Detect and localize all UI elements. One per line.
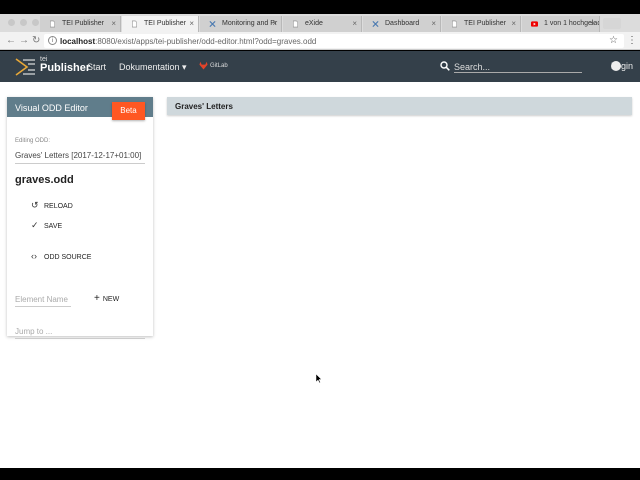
odd-name-heading: graves.odd — [15, 174, 74, 186]
document-icon — [293, 20, 298, 28]
page-content: Visual ODD Editor Beta Editing ODD: Grav… — [0, 82, 640, 468]
reload-icon[interactable]: ↻ — [32, 35, 40, 46]
browser-tab-title: eXide — [305, 20, 323, 27]
main-title-bar: Graves' Letters — [167, 97, 632, 115]
document-icon — [132, 20, 137, 28]
browser-tab[interactable]: eXide × — [283, 16, 362, 32]
window-close-button[interactable] — [8, 19, 15, 26]
gitlab-link[interactable]: GitLab — [199, 61, 228, 70]
save-check-icon: ✓ — [31, 220, 39, 230]
browser-menu-icon[interactable]: ⋮ — [627, 35, 637, 46]
browser-tab[interactable]: Dashboard × — [363, 16, 441, 32]
browser-tab-title: TEI Publisher — [464, 20, 507, 27]
browser-tab-title: TEI Publisher — [62, 20, 105, 27]
logo-big-text: Publisher — [40, 62, 91, 74]
close-tab-icon[interactable]: × — [352, 19, 357, 28]
gitlab-label: GitLab — [210, 63, 228, 69]
browser-tab-title: Monitoring and Pr — [222, 20, 278, 27]
search-input[interactable] — [454, 61, 582, 73]
close-tab-icon[interactable]: × — [111, 19, 116, 28]
tools-icon — [209, 20, 216, 28]
browser-tab[interactable]: 1 von 1 hochgelad × — [522, 16, 600, 32]
logo-mark-icon — [15, 58, 35, 76]
save-label: SAVE — [44, 223, 63, 230]
window-zoom-button[interactable] — [32, 19, 39, 26]
app-header: tei Publisher Start Dokumentation ▾ GitL… — [0, 51, 640, 82]
beta-badge: Beta — [112, 102, 145, 120]
login-button[interactable]: Login — [598, 61, 633, 71]
code-icon: ‹› — [31, 251, 37, 261]
browser-tab[interactable]: TEI Publisher × — [40, 16, 121, 32]
document-icon — [50, 20, 55, 28]
gitlab-icon — [199, 61, 208, 70]
document-icon — [452, 20, 457, 28]
plus-icon: + — [94, 293, 100, 304]
youtube-icon — [531, 21, 538, 27]
browser-tab[interactable]: TEI Publisher × — [442, 16, 521, 32]
back-icon[interactable]: ← — [6, 35, 16, 46]
editing-odd-value[interactable]: Graves' Letters [2017-12-17+01:00] — [15, 151, 145, 164]
editing-odd-label: Editing ODD: — [15, 138, 51, 144]
reload-icon: ↺ — [31, 200, 39, 210]
browser-tab-title: TEI Publisher — [144, 20, 187, 27]
browser-tab[interactable]: Monitoring and Pr × — [200, 16, 282, 32]
reload-label: RELOAD — [44, 203, 73, 210]
search-icon[interactable] — [440, 61, 450, 71]
address-bar-row: ← → ↻ i localhost:8080/exist/apps/tei-pu… — [0, 32, 640, 50]
tools-icon — [372, 20, 379, 28]
user-icon — [611, 61, 621, 71]
url-path: :8080/exist/apps/tei-publisher/odd-edito… — [95, 37, 317, 46]
url-host: localhost — [60, 37, 96, 46]
close-tab-icon[interactable]: × — [431, 19, 436, 28]
odd-editor-panel: Visual ODD Editor Beta Editing ODD: Grav… — [7, 97, 153, 339]
browser-tab-title: Dashboard — [385, 20, 420, 27]
close-tab-icon[interactable]: × — [511, 19, 516, 28]
close-tab-icon[interactable]: × — [590, 19, 595, 28]
tei-publisher-logo[interactable]: tei Publisher — [15, 56, 90, 78]
nav-start-link[interactable]: Start — [87, 62, 106, 72]
info-icon[interactable]: i — [48, 36, 57, 45]
reload-button[interactable]: ↺ RELOAD — [31, 200, 73, 211]
element-name-input[interactable] — [15, 293, 71, 307]
new-element-button[interactable]: + NEW — [94, 293, 119, 304]
bookmark-star-icon[interactable]: ☆ — [609, 35, 618, 46]
close-tab-icon[interactable]: × — [272, 19, 277, 28]
browser-tab[interactable]: TEI Publisher × — [122, 16, 199, 32]
bottom-edge — [0, 468, 640, 480]
jump-to-input[interactable] — [15, 325, 145, 339]
window-minimize-button[interactable] — [20, 19, 27, 26]
nav-documentation-dropdown[interactable]: Dokumentation ▾ — [119, 62, 187, 73]
url-field[interactable]: i localhost:8080/exist/apps/tei-publishe… — [44, 34, 624, 48]
forward-icon[interactable]: → — [19, 35, 29, 46]
save-button[interactable]: ✓ SAVE — [31, 220, 62, 231]
new-label: NEW — [102, 296, 120, 303]
odd-source-label: ODD SOURCE — [44, 254, 92, 261]
close-tab-icon[interactable]: × — [189, 19, 194, 28]
odd-source-button[interactable]: ‹› ODD SOURCE — [31, 251, 91, 261]
new-tab-button[interactable] — [603, 18, 621, 29]
mouse-cursor-icon — [316, 374, 322, 383]
